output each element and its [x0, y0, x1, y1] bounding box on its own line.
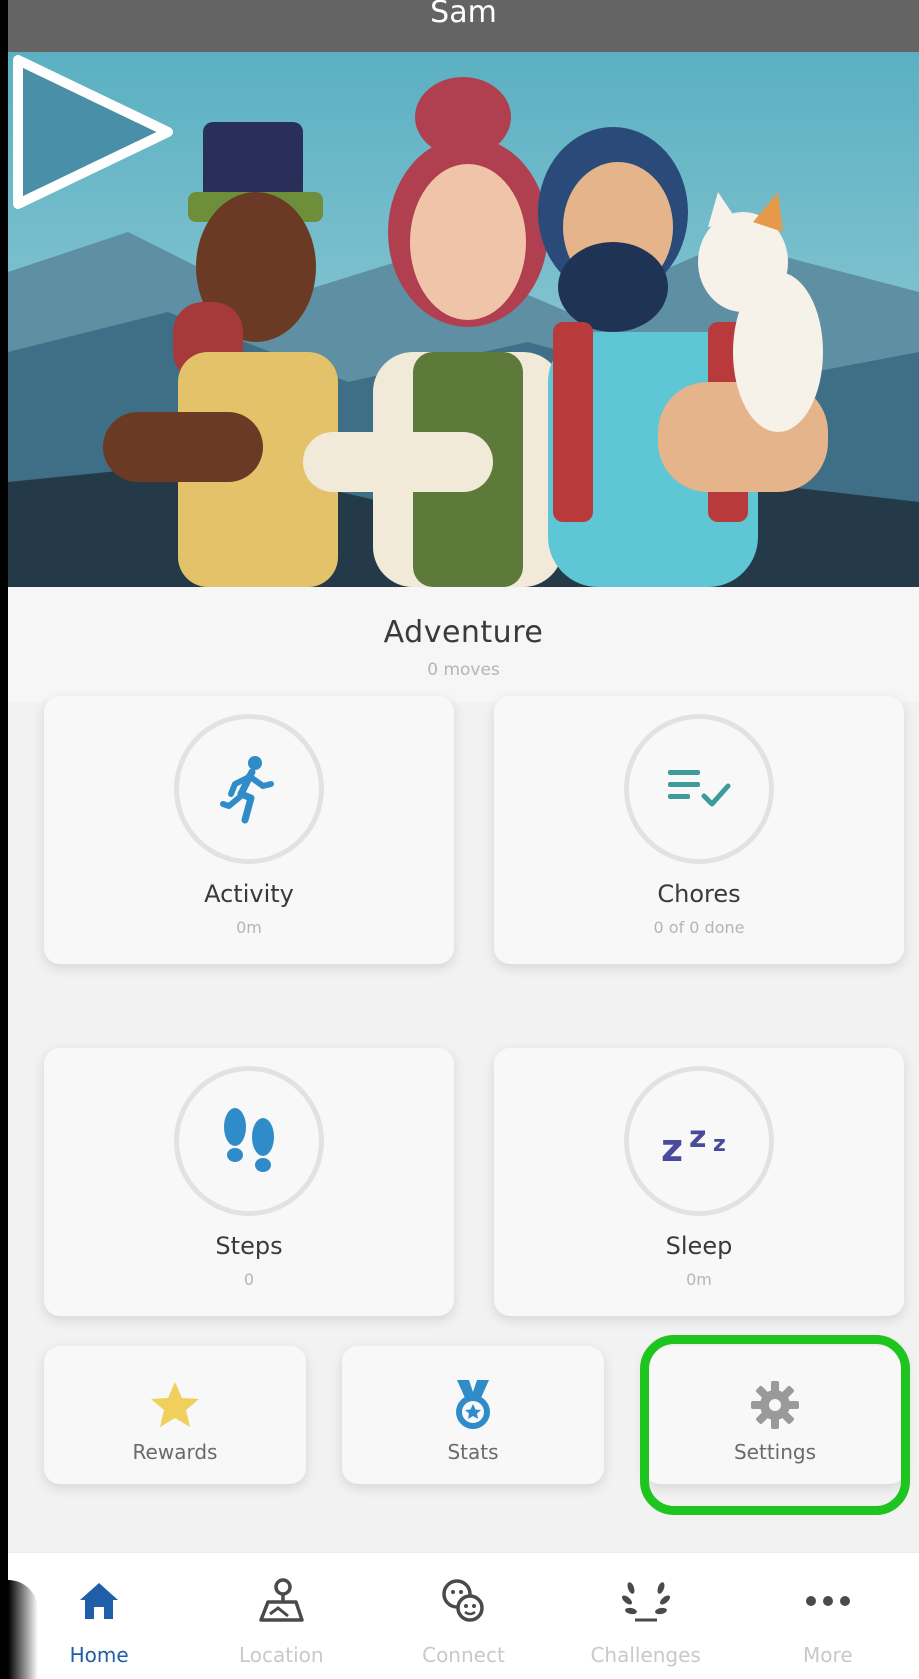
steps-value: 0 — [243, 1270, 255, 1289]
more-dots-icon — [805, 1575, 851, 1627]
running-person-icon — [220, 756, 274, 824]
nav-more-label: More — [803, 1643, 853, 1667]
zzz-icon: z z z — [661, 1120, 726, 1169]
nav-location[interactable]: Location — [201, 1553, 361, 1679]
settings-label: Settings — [733, 1440, 817, 1464]
adventure-summary[interactable]: Adventure 0 moves — [8, 587, 919, 702]
activity-value: 0m — [236, 918, 262, 937]
rewards-button[interactable]: Rewards — [44, 1346, 306, 1484]
steps-card[interactable]: Steps 0 — [44, 1048, 454, 1316]
map-pin-icon — [258, 1575, 305, 1627]
chores-label: Chores — [657, 880, 741, 908]
chores-card[interactable]: Chores 0 of 0 done — [494, 696, 904, 964]
home-icon — [78, 1575, 120, 1627]
hero-video[interactable] — [8, 52, 919, 587]
stats-button[interactable]: Stats — [342, 1346, 604, 1484]
chores-value: 0 of 0 done — [653, 918, 745, 937]
chores-ring — [624, 714, 774, 864]
gear-icon — [748, 1378, 802, 1432]
nav-home[interactable]: Home — [19, 1553, 179, 1679]
checklist-icon — [668, 770, 731, 807]
laurel-icon — [621, 1575, 671, 1627]
nav-connect[interactable]: Connect — [383, 1553, 543, 1679]
adventure-moves: 0 moves — [427, 660, 500, 680]
sleep-label: Sleep — [665, 1232, 733, 1260]
footprints-icon — [224, 1108, 274, 1172]
app-screen: Sam Adventure 0 moves Activity 0m Chores… — [8, 0, 919, 1679]
sleep-card[interactable]: z z z Sleep 0m — [494, 1048, 904, 1316]
medal-icon — [446, 1378, 500, 1432]
activity-card[interactable]: Activity 0m — [44, 696, 454, 964]
nav-connect-label: Connect — [422, 1643, 505, 1667]
svg-text:z: z — [689, 1120, 706, 1155]
star-icon — [148, 1378, 202, 1432]
screen-edge-shadow — [8, 1580, 38, 1679]
rewards-label: Rewards — [132, 1440, 218, 1464]
svg-text:z: z — [713, 1132, 726, 1157]
settings-button[interactable]: Settings — [644, 1346, 906, 1484]
stats-label: Stats — [447, 1440, 499, 1464]
nav-location-label: Location — [238, 1643, 324, 1667]
header-bar: Sam — [8, 0, 919, 52]
sleep-value: 0m — [686, 1270, 712, 1289]
nav-home-label: Home — [69, 1643, 129, 1667]
nav-more[interactable]: More — [748, 1553, 908, 1679]
svg-text:z: z — [661, 1126, 683, 1169]
play-icon[interactable] — [8, 52, 178, 212]
profile-name: Sam — [430, 0, 497, 30]
steps-label: Steps — [215, 1232, 283, 1260]
bottom-nav: Home Location Connect Challenges More — [8, 1552, 919, 1679]
adventure-title: Adventure — [383, 615, 544, 650]
nav-challenges[interactable]: Challenges — [566, 1553, 726, 1679]
sleep-ring: z z z — [624, 1066, 774, 1216]
steps-ring — [174, 1066, 324, 1216]
activity-label: Activity — [204, 880, 294, 908]
nav-challenges-label: Challenges — [590, 1643, 701, 1667]
activity-ring — [174, 714, 324, 864]
connect-faces-icon — [440, 1575, 486, 1627]
